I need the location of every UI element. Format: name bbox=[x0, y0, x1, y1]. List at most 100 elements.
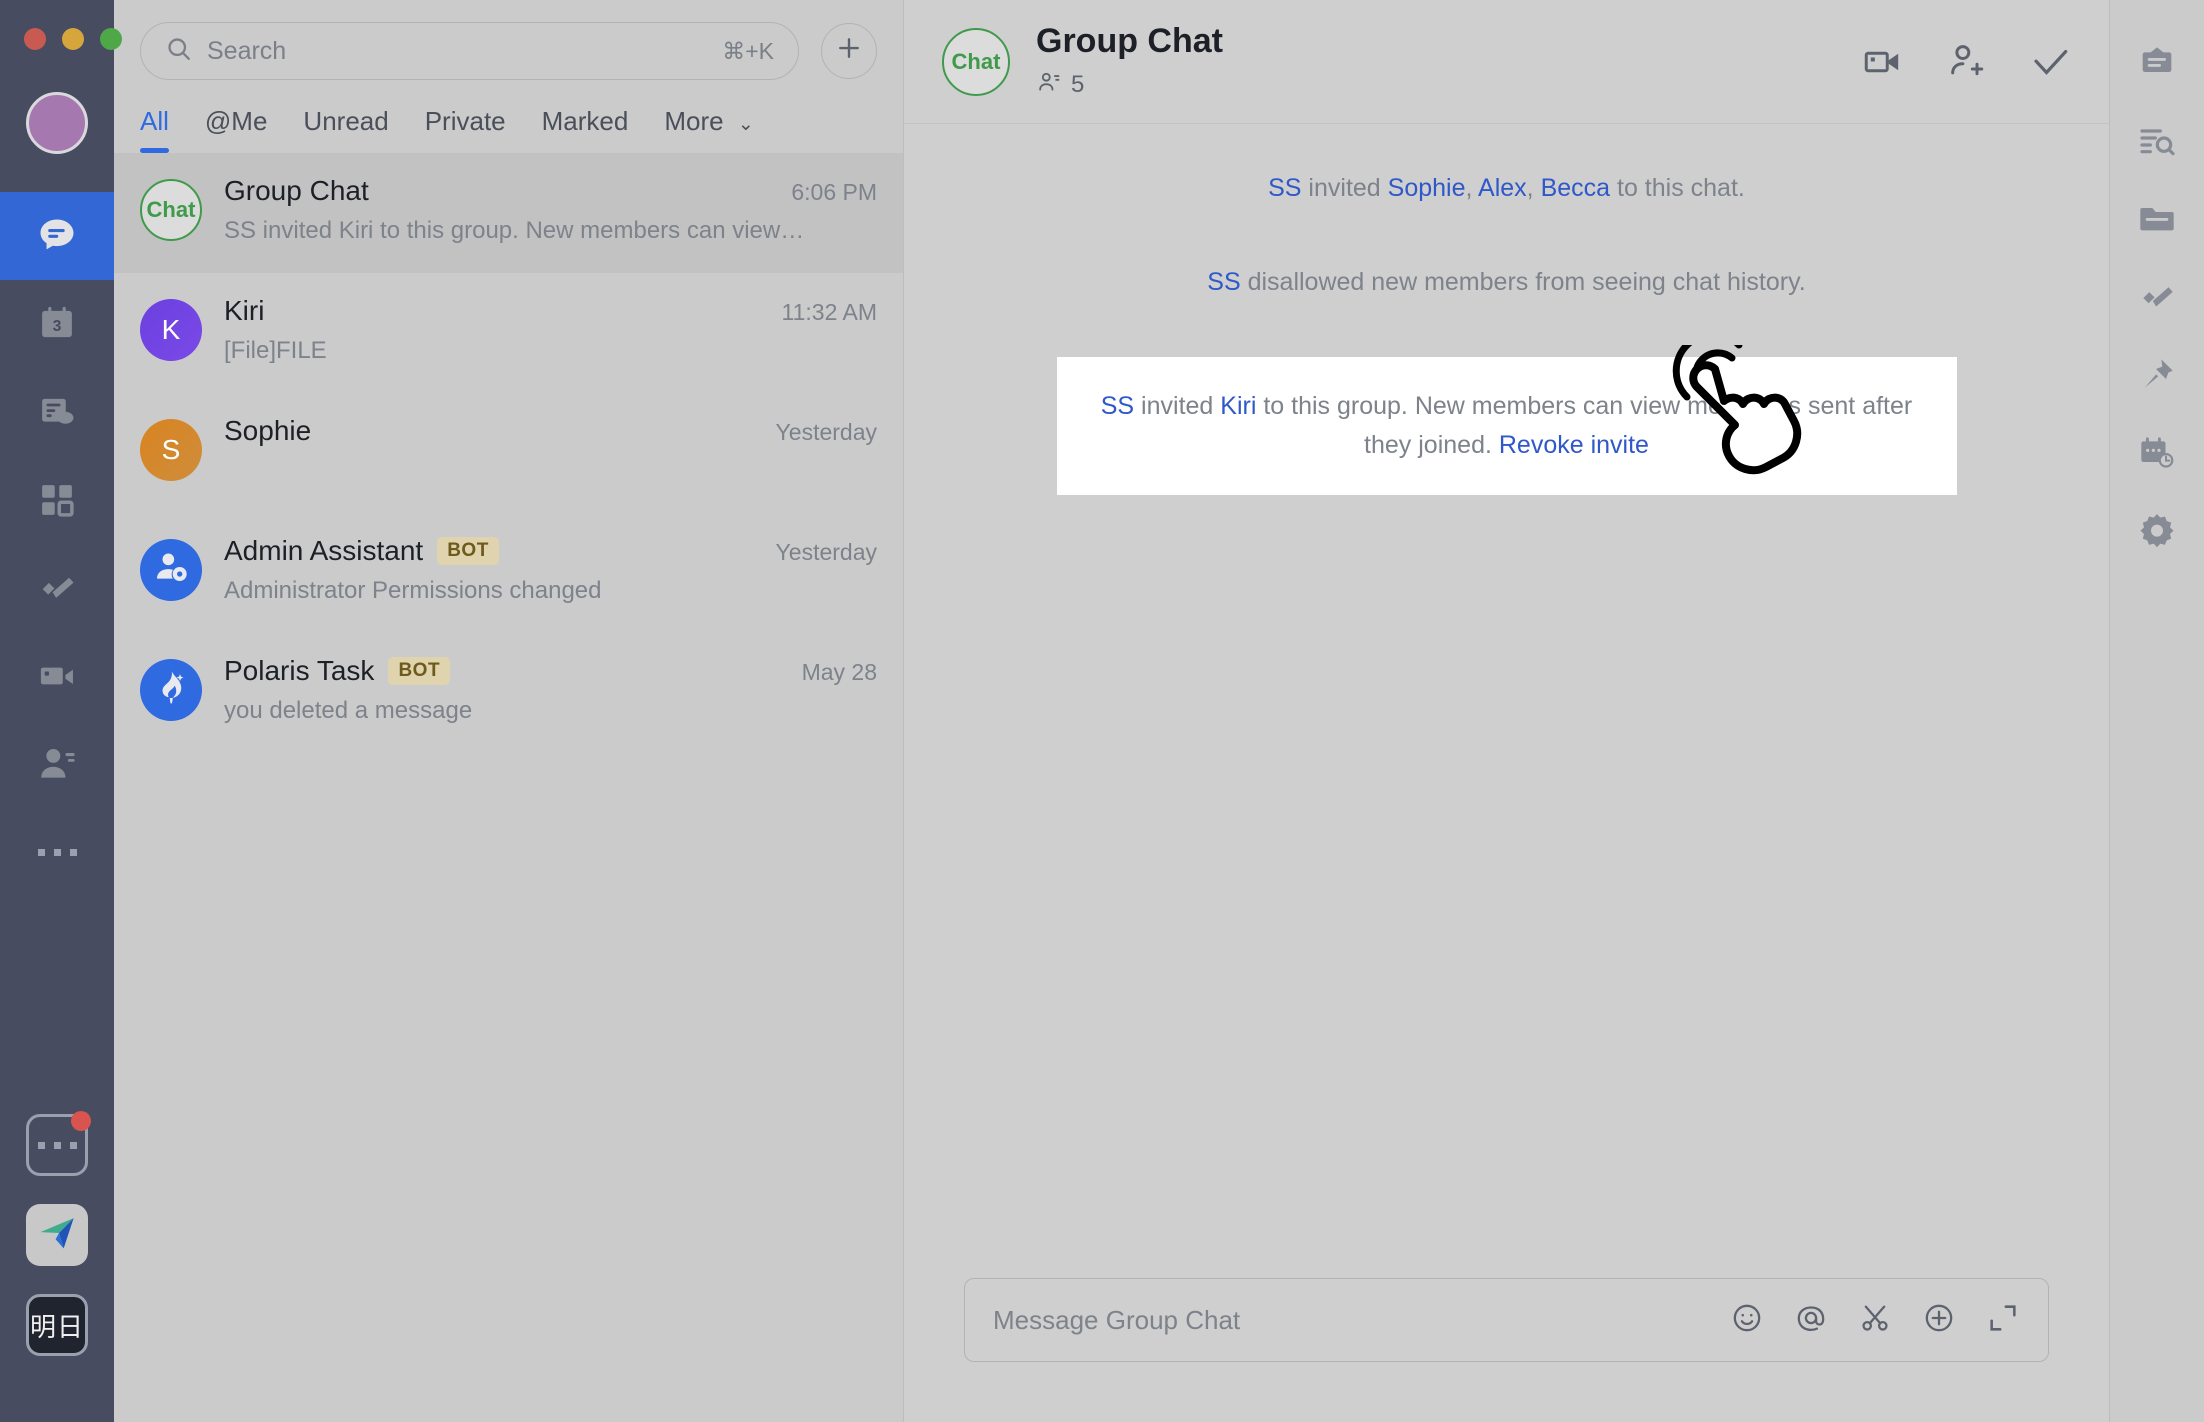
tab-more[interactable]: More ⌄ bbox=[664, 106, 753, 153]
files-folder-icon[interactable] bbox=[2110, 180, 2204, 258]
avatar bbox=[140, 659, 202, 721]
user-link[interactable]: Alex bbox=[1478, 174, 1527, 202]
video-call-icon[interactable] bbox=[1861, 41, 1903, 83]
check-icon[interactable] bbox=[2029, 41, 2071, 83]
tab-at-me[interactable]: @Me bbox=[205, 106, 268, 153]
tasks-check-icon[interactable] bbox=[2110, 258, 2204, 336]
user-link[interactable]: Sophie bbox=[1388, 174, 1466, 202]
chat-header-text: Group Chat 5 bbox=[1036, 22, 1835, 102]
emoji-icon[interactable] bbox=[1730, 1301, 1764, 1340]
list-item[interactable]: K Kiri [File]FILE 11:32 AM bbox=[114, 273, 903, 393]
list-item-title-line: Polaris Task BOT bbox=[224, 655, 877, 687]
maximize-window-button[interactable] bbox=[100, 28, 122, 50]
chat-pane: Chat Group Chat 5 SS invited Sophie, Ale… bbox=[904, 0, 2110, 1422]
msg-text: , bbox=[1465, 174, 1479, 202]
add-member-icon[interactable] bbox=[1945, 41, 1987, 83]
system-message: SS disallowed new members from seeing ch… bbox=[964, 264, 2049, 302]
chevron-down-icon: ⌄ bbox=[737, 114, 754, 135]
user-link[interactable]: Becca bbox=[1541, 174, 1610, 202]
schedule-icon[interactable] bbox=[2110, 414, 2204, 492]
list-item-title: Admin Assistant bbox=[224, 535, 424, 566]
list-item-time: Yesterday bbox=[775, 539, 877, 565]
system-message: SS invited Sophie, Alex, Becca to this c… bbox=[964, 170, 2049, 208]
list-item[interactable]: S Sophie Yesterday bbox=[114, 393, 903, 513]
sidebar-item-more[interactable] bbox=[0, 808, 114, 896]
notification-badge bbox=[71, 1111, 91, 1131]
msg-text: , bbox=[1526, 174, 1541, 202]
composer-wrap: Message Group Chat bbox=[904, 1278, 2109, 1422]
plus-icon bbox=[834, 33, 864, 69]
avatar: K bbox=[140, 299, 202, 361]
list-toolbar: Search ⌘+K bbox=[114, 0, 903, 80]
list-item-subtitle: [File]FILE bbox=[224, 337, 327, 364]
pinned-board-icon[interactable] bbox=[2110, 24, 2204, 102]
tab-unread[interactable]: Unread bbox=[303, 106, 388, 153]
calendar-3-icon: 3 bbox=[36, 303, 78, 345]
actor-link[interactable]: SS bbox=[1101, 392, 1134, 420]
list-item[interactable]: Chat Group Chat SS invited Kiri to this … bbox=[114, 153, 903, 273]
member-count-row: 5 bbox=[1036, 69, 1835, 102]
close-window-button[interactable] bbox=[24, 28, 46, 50]
check-tasks-icon bbox=[35, 566, 79, 610]
status-badge: BOT bbox=[437, 537, 499, 565]
admin-assistant-icon bbox=[151, 547, 191, 594]
sidebar-item-chat[interactable] bbox=[0, 192, 114, 280]
list-item-subtitle: you deleted a message bbox=[224, 697, 473, 724]
search-icon bbox=[165, 35, 193, 68]
members-icon bbox=[1036, 69, 1062, 102]
sidebar-item-calendar[interactable]: 3 bbox=[0, 280, 114, 368]
tab-private[interactable]: Private bbox=[425, 106, 506, 153]
scissors-icon[interactable] bbox=[1858, 1301, 1892, 1340]
mention-icon[interactable] bbox=[1794, 1301, 1828, 1340]
app-window: 3 明日 Search ⌘+K All @Me Unread Private M… bbox=[0, 0, 2204, 1422]
card-text-1: invited bbox=[1134, 392, 1221, 420]
chat-list: Chat Group Chat SS invited Kiri to this … bbox=[114, 153, 903, 1422]
sidebar-item-contacts[interactable] bbox=[0, 720, 114, 808]
search-shortcut: ⌘+K bbox=[722, 37, 774, 64]
list-item[interactable]: Polaris Task BOT you deleted a message M… bbox=[114, 633, 903, 753]
list-item-time: 11:32 AM bbox=[781, 299, 877, 325]
actor-link[interactable]: SS bbox=[1207, 268, 1240, 296]
chat-header: Chat Group Chat 5 bbox=[904, 0, 2109, 124]
kanji-icon: 明日 bbox=[29, 1311, 84, 1342]
msg-text: disallowed new members from seeing chat … bbox=[1240, 267, 1806, 296]
list-item-title-line: Kiri bbox=[224, 295, 877, 327]
list-item-subtitle: SS invited Kiri to this group. New membe… bbox=[224, 217, 805, 244]
composer-placeholder: Message Group Chat bbox=[993, 1304, 1241, 1335]
actor-link[interactable]: SS bbox=[1268, 174, 1301, 202]
list-item-title: Polaris Task bbox=[224, 655, 375, 686]
msg-text: to this chat. bbox=[1610, 174, 1745, 202]
tab-marked[interactable]: Marked bbox=[542, 106, 629, 153]
avatar: Chat bbox=[140, 179, 202, 241]
chat-list-pane: Search ⌘+K All @Me Unread Private Marked… bbox=[114, 0, 904, 1422]
list-item[interactable]: Admin Assistant BOT Administrator Permis… bbox=[114, 513, 903, 633]
sidebar-item-tasks[interactable] bbox=[0, 544, 114, 632]
list-item-body: Polaris Task BOT you deleted a message bbox=[224, 655, 877, 725]
sidebar-item-meetings[interactable] bbox=[0, 632, 114, 720]
user-avatar[interactable] bbox=[26, 92, 88, 154]
right-tool-rail bbox=[2110, 0, 2204, 1422]
search-placeholder: Search bbox=[207, 36, 287, 65]
plane-app-button[interactable] bbox=[26, 1204, 88, 1266]
message-input[interactable]: Message Group Chat bbox=[964, 1278, 2049, 1362]
chat-avatar: Chat bbox=[942, 27, 1010, 96]
page-title: Group Chat bbox=[1036, 21, 1223, 60]
expand-icon[interactable] bbox=[1986, 1301, 2020, 1340]
settings-gear-icon[interactable] bbox=[2110, 492, 2204, 570]
pin-icon[interactable] bbox=[2110, 336, 2204, 414]
invitee-link[interactable]: Kiri bbox=[1220, 392, 1256, 420]
sidebar-item-workspace[interactable] bbox=[0, 456, 114, 544]
tab-more-label: More bbox=[664, 106, 724, 136]
search-input[interactable]: Search ⌘+K bbox=[140, 22, 799, 80]
add-attachment-icon[interactable] bbox=[1922, 1301, 1956, 1340]
more-apps-button[interactable] bbox=[26, 1111, 91, 1176]
filter-tabs: All @Me Unread Private Marked More ⌄ bbox=[114, 80, 903, 153]
sidebar-item-docs[interactable] bbox=[0, 368, 114, 456]
tab-all[interactable]: All bbox=[140, 106, 169, 153]
new-chat-button[interactable] bbox=[821, 23, 877, 79]
minimize-window-button[interactable] bbox=[62, 28, 84, 50]
composer-actions bbox=[1730, 1301, 2020, 1340]
search-messages-icon[interactable] bbox=[2110, 102, 2204, 180]
revoke-invite-link[interactable]: Revoke invite bbox=[1499, 431, 1649, 459]
tomorrow-app-button[interactable]: 明日 bbox=[26, 1294, 88, 1356]
